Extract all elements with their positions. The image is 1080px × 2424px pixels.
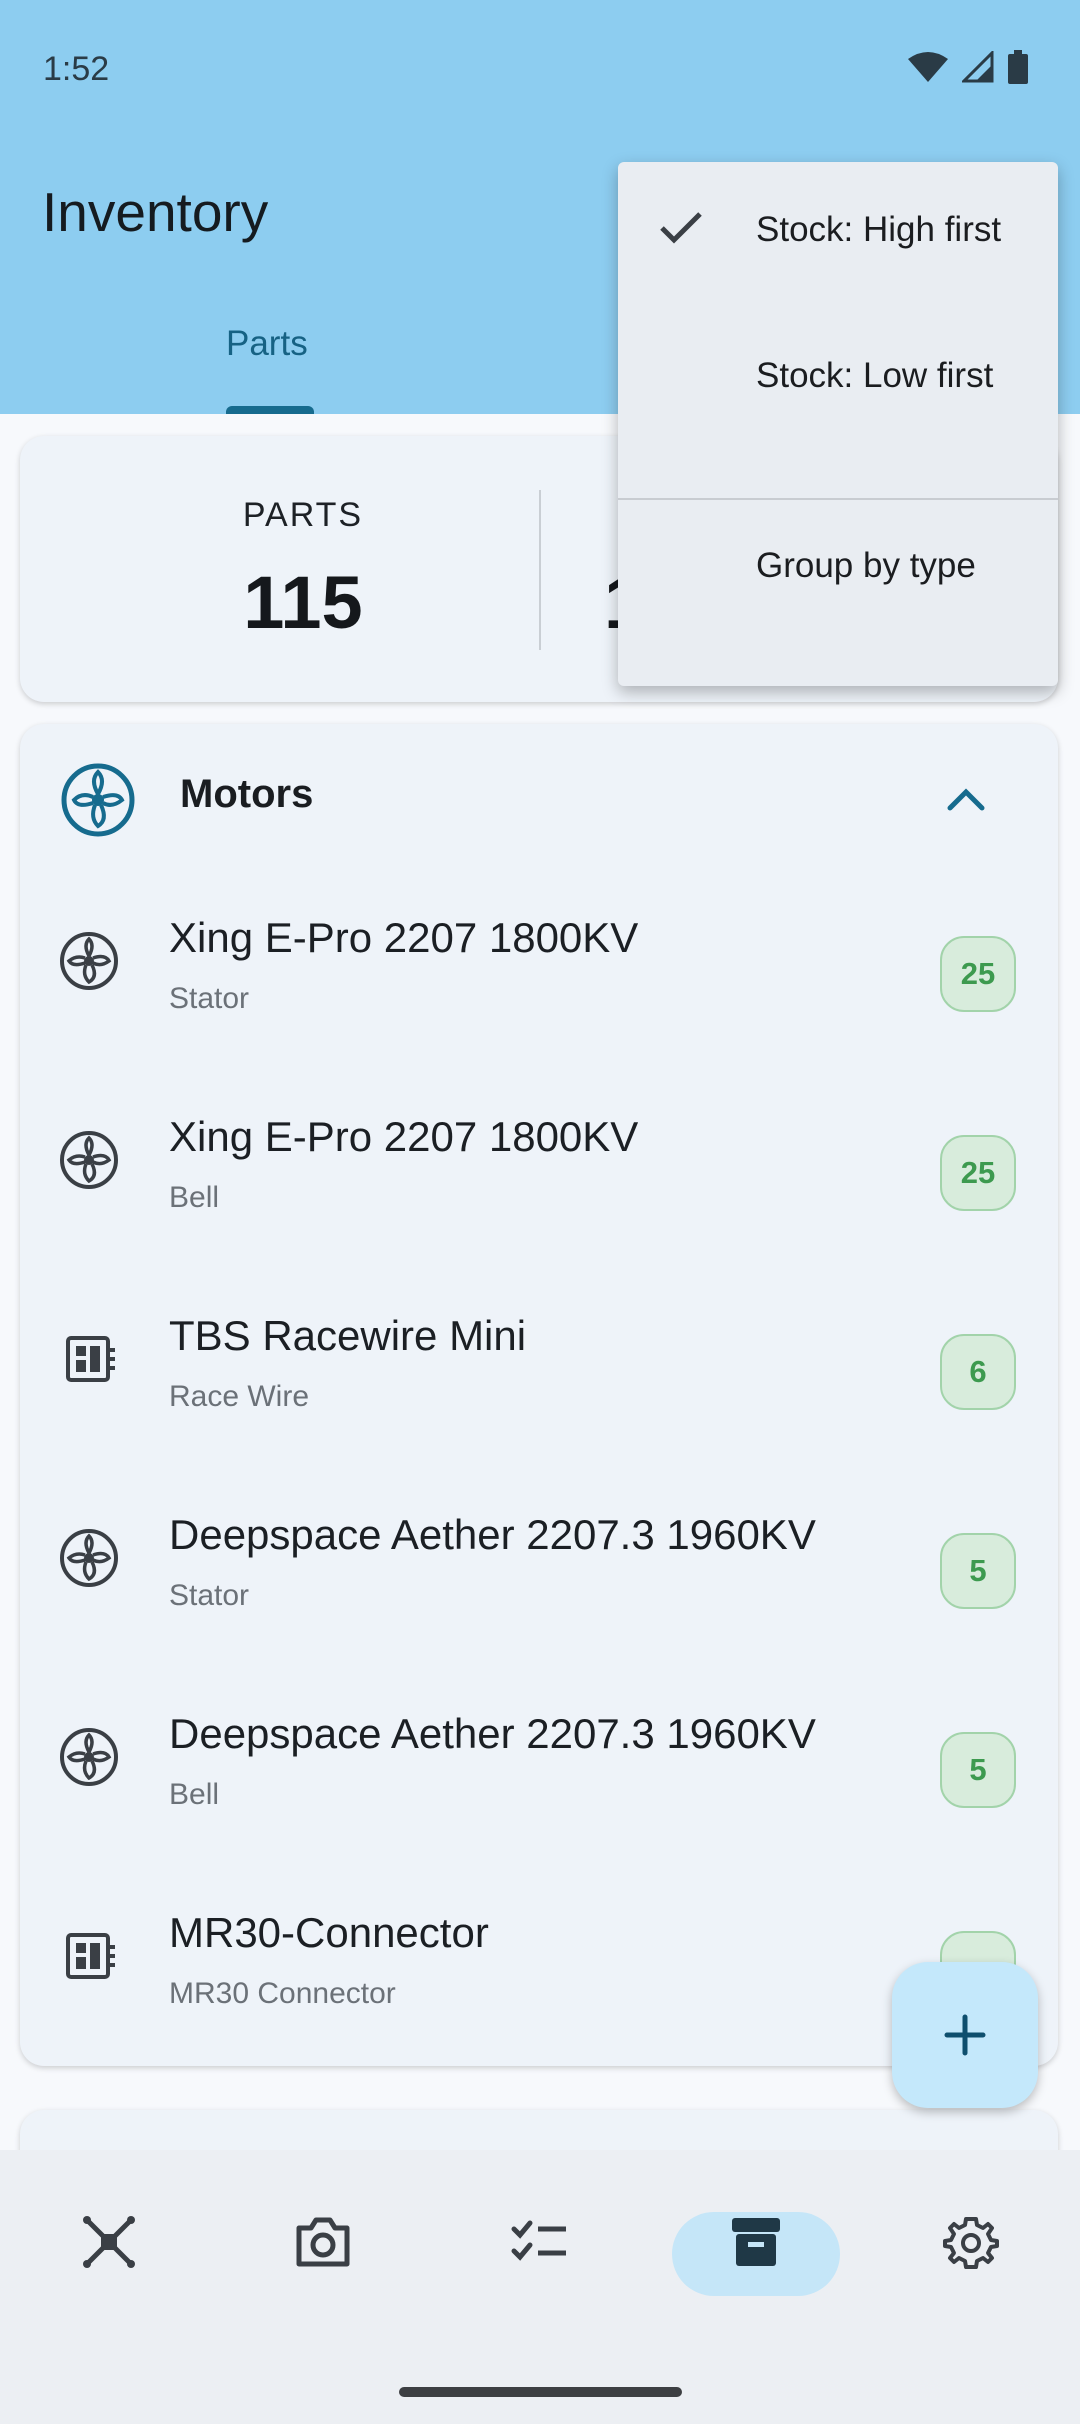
menu-item-label: Group by type [756,546,976,585]
tab-indicator [226,406,314,414]
motors-group-card: Motors Xing E-Pro 2207 1800KV Stator 25 Xin… [20,724,1058,2066]
nav-inventory[interactable] [701,2202,811,2282]
gear-icon [943,2217,999,2269]
group-title: Motors [180,772,314,816]
signal-icon [962,51,994,83]
checklist-icon [511,2220,566,2261]
quantity-badge: 6 [940,1334,1016,1410]
item-name: Xing E-Pro 2207 1800KV [169,1113,639,1160]
board-icon [58,1328,120,1395]
parts-count-value: 115 [243,561,363,644]
list-item[interactable]: Deepspace Aether 2207.3 1960KV Stator 5 [20,1471,1058,1670]
nav-camera[interactable] [268,2202,378,2282]
menu-item-stock-low-first[interactable]: Stock: Low first [618,308,1058,438]
list-item[interactable]: Xing E-Pro 2207 1800KV Bell 25 [20,1073,1058,1272]
parts-count-label: PARTS [242,496,364,534]
motor-icon [58,1726,120,1793]
chevron-up-icon[interactable] [936,776,996,820]
quantity-badge: 25 [940,1135,1016,1211]
menu-item-label: Stock: High first [756,210,1002,249]
nav-settings[interactable] [916,2202,1026,2282]
motor-icon [58,930,120,997]
inventory-icon [732,2218,780,2266]
item-name: Deepspace Aether 2207.3 1960KV [169,1511,816,1558]
item-name: Deepspace Aether 2207.3 1960KV [169,1710,816,1757]
check-icon [660,212,702,244]
stats-divider [539,490,541,650]
add-part-button[interactable] [892,1962,1038,2108]
wifi-icon [908,52,948,82]
sort-menu: Stock: High first Stock: Low first Group… [618,162,1058,686]
item-type: Bell [169,1181,220,1214]
drone-icon [83,2216,135,2268]
battery-icon [1008,50,1028,84]
status-icons [908,50,1028,84]
page-title: Inventory [42,181,269,243]
list-item[interactable]: Xing E-Pro 2207 1800KV Stator 25 [20,874,1058,1073]
quantity-badge: 5 [940,1732,1016,1808]
motor-icon [58,1527,120,1594]
status-time: 1:52 [43,50,110,88]
item-name: Xing E-Pro 2207 1800KV [169,914,639,961]
tab-parts[interactable]: Parts [226,324,308,364]
motor-icon [61,763,135,837]
board-icon [58,1925,120,1992]
quantity-badge: 5 [940,1533,1016,1609]
item-type: Stator [169,1579,250,1612]
item-type: MR30 Connector [169,1977,396,2010]
menu-item-stock-high-first[interactable]: Stock: High first [618,162,1058,292]
nav-checklists[interactable] [485,2202,595,2282]
bottom-navigation [0,2150,1080,2424]
list-item[interactable]: TBS Racewire Mini Race Wire 6 [20,1272,1058,1471]
item-type: Stator [169,982,250,1015]
motor-icon [58,1129,120,1196]
plus-icon [944,2014,986,2056]
camera-icon [296,2217,350,2267]
item-type: Bell [169,1778,220,1811]
home-indicator [399,2387,682,2397]
item-name: MR30-Connector [169,1909,489,1956]
nav-drones[interactable] [54,2202,164,2282]
menu-item-label: Stock: Low first [756,356,994,395]
item-type: Race Wire [169,1380,310,1413]
group-header[interactable]: Motors [20,724,1058,874]
quantity-badge: 25 [940,936,1016,1012]
item-name: TBS Racewire Mini [169,1312,527,1359]
list-item[interactable]: Deepspace Aether 2207.3 1960KV Bell 5 [20,1670,1058,1869]
menu-item-group-by-type[interactable]: Group by type [618,498,1058,628]
